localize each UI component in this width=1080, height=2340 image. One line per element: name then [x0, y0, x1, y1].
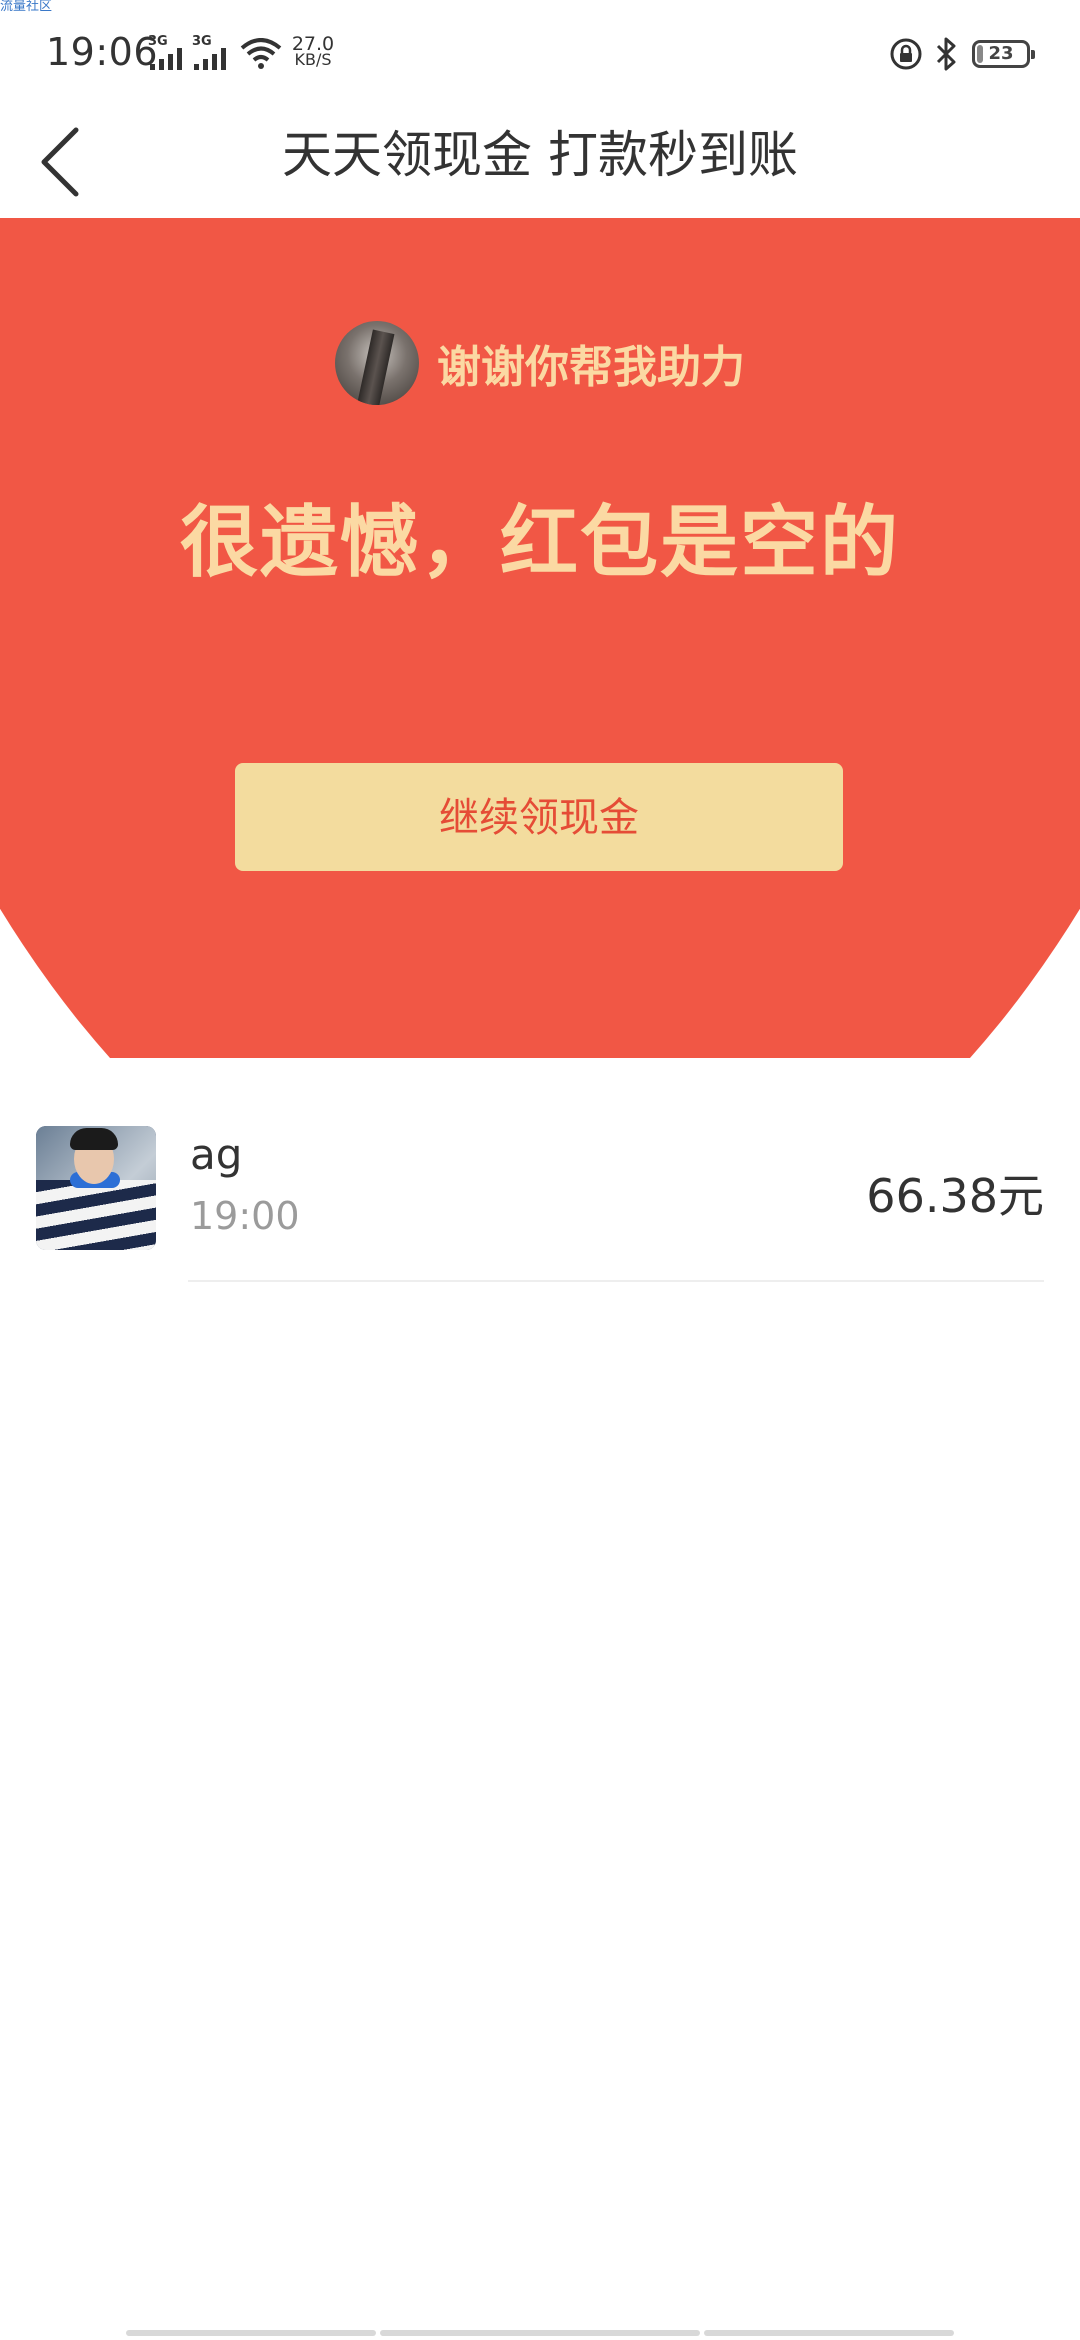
battery-icon: 23	[972, 40, 1035, 68]
nav-hint-bar	[126, 2330, 376, 2336]
status-bar: 19:06 3G 3G 27.0 KB/S 23	[0, 0, 1080, 100]
signal-1-type: 3G	[148, 34, 168, 49]
wifi-icon	[240, 38, 282, 69]
signal-bars-icon	[194, 48, 226, 70]
user-avatar	[36, 1126, 156, 1250]
nav-header: 天天领现金 打款秒到账	[0, 100, 1080, 218]
item-time: 19:00	[190, 1194, 300, 1238]
red-envelope-hero: 谢谢你帮我助力 很遗憾，红包是空的 继续领现金	[0, 218, 1080, 1058]
battery-level: 23	[988, 43, 1014, 64]
page-title: 天天领现金 打款秒到账	[282, 126, 798, 184]
nav-hint-bar	[380, 2330, 700, 2336]
network-speed-unit: KB/S	[294, 50, 332, 69]
divider	[188, 1280, 1044, 1282]
helper-row: 谢谢你帮我助力	[0, 318, 1080, 408]
continue-collect-button[interactable]: 继续领现金	[235, 763, 843, 871]
user-name: ag	[190, 1130, 243, 1179]
helper-avatar	[335, 321, 419, 405]
signal-2-type: 3G	[192, 34, 212, 49]
helper-list: ag 19:00 66.38元	[0, 1100, 1080, 1282]
network-speed: 27.0 KB/S	[288, 35, 338, 69]
list-item[interactable]: ag 19:00 66.38元	[0, 1100, 1080, 1282]
rotation-lock-icon	[890, 38, 922, 70]
signal-bars-icon	[150, 48, 182, 70]
status-time: 19:06	[46, 30, 159, 74]
bluetooth-icon	[936, 37, 956, 71]
helper-text: 谢谢你帮我助力	[437, 342, 745, 393]
page: 流量社区 19:06 3G 3G 27.0 KB/S 23 天天领现金 打款秒到…	[0, 0, 1080, 2340]
signal-1-icon: 3G	[148, 34, 192, 70]
empty-envelope-title: 很遗憾，红包是空的	[179, 498, 900, 588]
signal-2-icon: 3G	[192, 34, 236, 70]
item-amount: 66.38元	[866, 1169, 1044, 1223]
nav-hint-bar	[704, 2330, 954, 2336]
